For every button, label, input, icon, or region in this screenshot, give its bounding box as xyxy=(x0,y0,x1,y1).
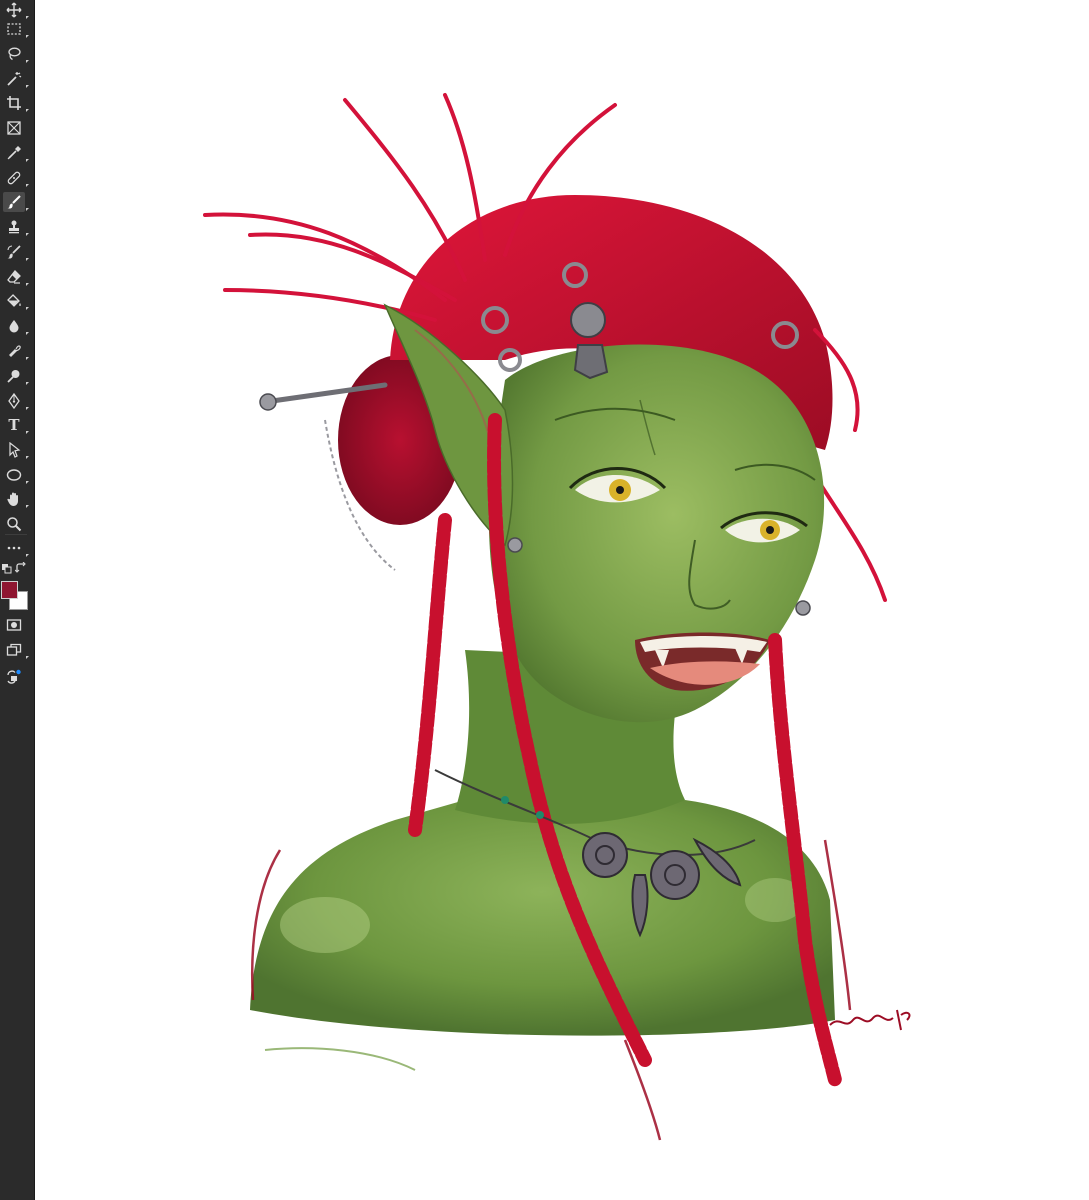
share-button[interactable] xyxy=(3,666,25,686)
smudge-tool[interactable] xyxy=(3,341,29,361)
blur-tool[interactable] xyxy=(3,316,29,336)
brush-tool[interactable] xyxy=(3,192,29,212)
share-icon xyxy=(7,669,21,684)
ellipse-icon xyxy=(6,469,22,481)
arrow-icon xyxy=(9,442,21,458)
edit-toolbar[interactable] xyxy=(3,538,29,558)
default-colors-icon[interactable] xyxy=(1,563,12,574)
smudge-icon xyxy=(9,345,21,357)
zoom-tool[interactable] xyxy=(3,514,25,534)
brush-icon xyxy=(7,195,21,209)
bandage-icon xyxy=(7,171,21,185)
quick-mask-button[interactable] xyxy=(3,615,25,635)
eyedropper-tool[interactable] xyxy=(3,143,29,163)
eraser-icon xyxy=(7,270,21,284)
type-tool[interactable]: T xyxy=(3,415,29,435)
dodge-icon xyxy=(7,370,20,383)
marquee-icon xyxy=(7,23,21,35)
tools-panel: T xyxy=(0,0,35,1200)
hand-icon xyxy=(7,492,18,506)
screen-mode-icon xyxy=(6,643,22,656)
eyedropper-icon xyxy=(7,146,21,160)
quick-mask-icon xyxy=(6,619,22,631)
document-canvas[interactable] xyxy=(35,0,1089,1200)
ellipse-tool[interactable] xyxy=(3,465,29,485)
earring-left xyxy=(507,537,523,553)
stamp-icon xyxy=(9,220,19,234)
path-selection-tool[interactable] xyxy=(3,440,29,460)
frame-icon xyxy=(7,121,21,135)
clone-stamp-tool[interactable] xyxy=(3,217,29,237)
bucket-icon xyxy=(7,294,21,307)
artwork-illustration xyxy=(203,93,911,1141)
zoom-icon xyxy=(7,517,22,532)
swap-colors-icon[interactable] xyxy=(15,562,27,574)
lasso-tool[interactable] xyxy=(3,44,29,64)
pen-tool[interactable] xyxy=(3,391,29,411)
earring-right xyxy=(795,600,811,616)
drop-icon xyxy=(9,320,19,333)
move-icon xyxy=(6,2,22,18)
foreground-color-swatch[interactable] xyxy=(1,581,18,599)
lasso-icon xyxy=(8,47,21,61)
crop-tool[interactable] xyxy=(3,93,29,113)
paint-bucket-tool[interactable] xyxy=(3,291,29,311)
hand-tool[interactable] xyxy=(3,489,29,509)
type-icon: T xyxy=(8,416,20,434)
crop-icon xyxy=(7,96,21,110)
dodge-tool[interactable] xyxy=(3,366,29,386)
separator xyxy=(5,534,27,535)
hair-ornament xyxy=(570,302,606,338)
more-icon xyxy=(7,546,21,550)
eraser-tool[interactable] xyxy=(3,267,29,287)
magic-wand-tool[interactable] xyxy=(3,69,29,89)
history-brush-tool[interactable] xyxy=(3,242,29,262)
spot-healing-tool[interactable] xyxy=(3,168,29,188)
history-brush-icon xyxy=(7,245,21,259)
magic-wand-icon xyxy=(7,72,22,86)
pen-icon xyxy=(8,393,20,409)
artist-signature xyxy=(829,1009,911,1031)
frame-tool[interactable] xyxy=(3,118,25,138)
rectangular-marquee-tool[interactable] xyxy=(3,19,29,39)
move-tool[interactable] xyxy=(3,0,29,20)
screen-mode-button[interactable] xyxy=(3,640,29,660)
